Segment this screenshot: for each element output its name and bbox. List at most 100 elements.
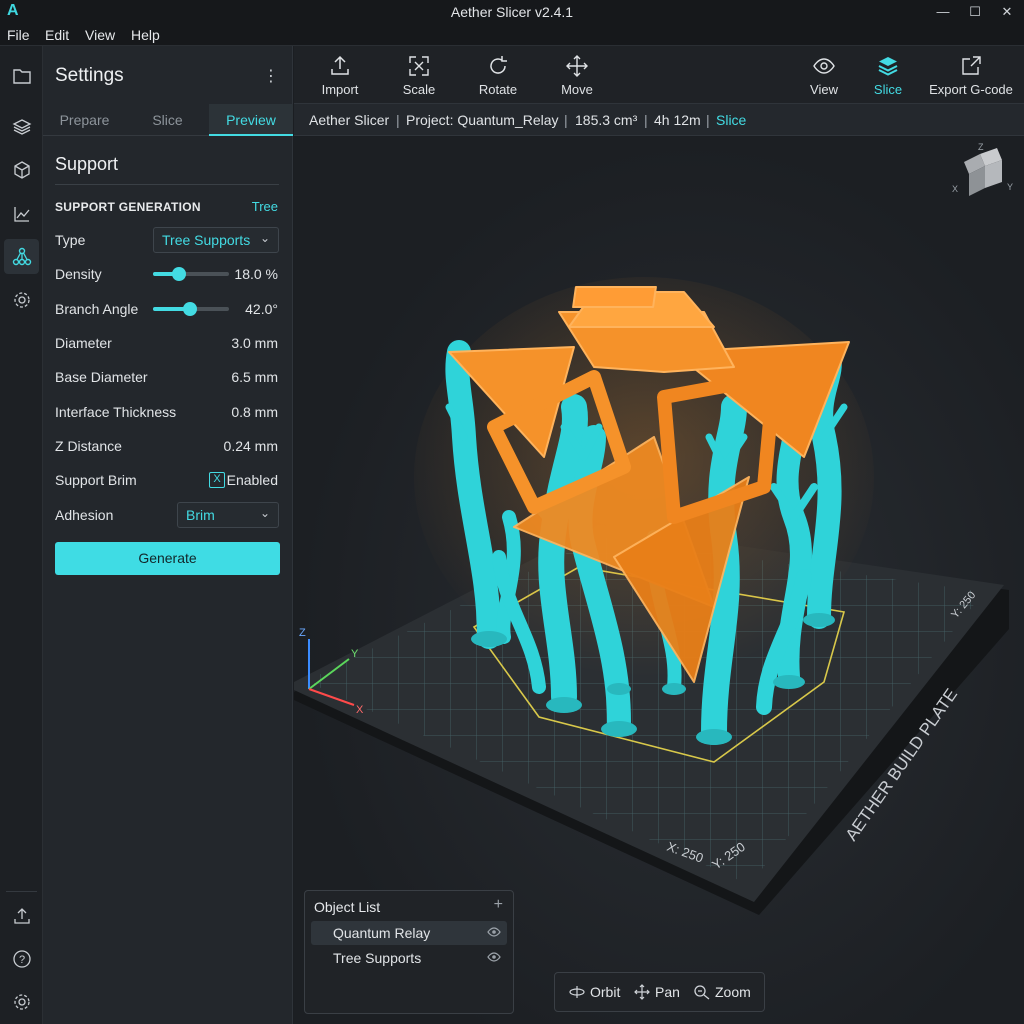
tab-preview[interactable]: Preview [209, 104, 293, 136]
move-label: Move [561, 82, 593, 97]
export-gcode-button[interactable]: Export G-code [924, 52, 1018, 97]
eye-icon [813, 58, 835, 74]
diameter-value[interactable]: 3.0 mm [231, 335, 278, 351]
density-label: Density [55, 266, 102, 282]
menu-bar: File Edit View Help [0, 24, 1024, 46]
status-bar: Aether Slicer | Project: Quantum_Relay |… [294, 104, 1024, 136]
density-value: 18.0 % [234, 266, 278, 282]
density-slider[interactable] [153, 267, 229, 281]
tab-prepare[interactable]: Prepare [43, 104, 126, 136]
settings-tabs: Prepare Slice Preview [43, 104, 293, 136]
move-button[interactable]: Move [542, 52, 612, 97]
svg-text:?: ? [18, 954, 24, 966]
tab-slice[interactable]: Slice [126, 104, 209, 136]
layers-icon[interactable] [4, 109, 39, 144]
scale-button[interactable]: Scale [384, 52, 454, 97]
window-title: Aether Slicer v2.4.1 [450, 4, 574, 20]
gear-icon[interactable] [4, 282, 39, 317]
branch-angle-slider-handle[interactable] [183, 302, 198, 316]
object-list-item[interactable]: Tree Supports [311, 946, 507, 970]
close-icon[interactable]: ✕ [998, 3, 1016, 21]
orbit-label: Orbit [590, 984, 621, 1000]
orbit-button[interactable]: Orbit [568, 984, 620, 1000]
status-volume: 185.3 cm³ [575, 112, 638, 128]
pan-icon [634, 984, 650, 1000]
slice-label: Slice [873, 82, 903, 97]
viewcube-z-label: Z [978, 142, 984, 152]
view-label: View [810, 82, 838, 97]
support-generation-value[interactable]: Tree [252, 199, 278, 214]
maximize-icon[interactable]: ☐ [966, 3, 984, 21]
branch-angle-label: Branch Angle [55, 301, 139, 317]
viewcube-x-label: X [952, 184, 958, 194]
status-project: Project: Quantum_Relay [406, 112, 559, 128]
eye-icon[interactable] [487, 926, 501, 938]
view-button[interactable]: View [789, 52, 859, 97]
section-title: Support [55, 154, 119, 174]
chart-icon[interactable] [4, 196, 39, 231]
cube-icon[interactable] [4, 152, 39, 187]
main-toolbar: Import Scale Rotate Move View Slice Expo… [294, 46, 1024, 104]
type-select-value: Tree Supports [162, 232, 251, 248]
support-tree-icon[interactable] [4, 239, 39, 274]
minimize-icon[interactable]: — [934, 3, 952, 21]
upload-icon[interactable] [4, 898, 39, 933]
support-brim-checkbox[interactable]: X [209, 472, 225, 488]
eye-icon[interactable] [487, 951, 501, 963]
slice-button[interactable]: Slice [853, 52, 923, 97]
interface-thickness-value[interactable]: 0.8 mm [231, 404, 278, 420]
plus-icon[interactable]: + [494, 896, 503, 914]
folder-icon[interactable] [4, 58, 39, 93]
status-separator: | [644, 112, 648, 128]
type-label: Type [55, 232, 86, 248]
export-icon [962, 56, 981, 75]
rotate-button[interactable]: Rotate [463, 52, 533, 97]
generate-button[interactable]: Generate [55, 542, 280, 575]
left-rail: ? [0, 46, 43, 1024]
help-icon[interactable]: ? [4, 941, 39, 976]
object-list-item[interactable]: Quantum Relay [311, 921, 507, 945]
menu-edit[interactable]: Edit [45, 27, 69, 43]
scale-label: Scale [402, 82, 436, 97]
layers-icon [878, 57, 898, 76]
scale-icon [409, 56, 429, 76]
panel-title: Settings [55, 65, 124, 86]
density-slider-handle[interactable] [171, 267, 186, 281]
diameter-label: Diameter [55, 335, 112, 351]
status-separator: | [706, 112, 710, 128]
chevron-down-icon: ⌄ [259, 506, 270, 520]
kebab-menu-icon[interactable]: ⋮ [263, 66, 279, 86]
settings-icon[interactable] [4, 984, 39, 1019]
chevron-down-icon: ⌄ [259, 231, 270, 245]
menu-view[interactable]: View [85, 27, 115, 43]
import-label: Import [321, 82, 359, 97]
viewcube-y-label: Y [1007, 182, 1013, 192]
adhesion-label: Adhesion [55, 507, 114, 523]
rotate-label: Rotate [478, 82, 518, 97]
export-gcode-label: Export G-code [929, 82, 1013, 97]
base-diameter-value[interactable]: 6.5 mm [231, 369, 278, 385]
menu-file[interactable]: File [7, 27, 30, 43]
axis-y-label: Y [351, 648, 359, 660]
branch-angle-slider[interactable] [153, 302, 229, 316]
pan-button[interactable]: Pan [633, 984, 680, 1000]
menu-help[interactable]: Help [131, 27, 160, 43]
adhesion-select[interactable]: Brim ⌄ [177, 502, 279, 528]
branch-angle-value: 42.0° [245, 301, 278, 317]
z-distance-value[interactable]: 0.24 mm [224, 438, 278, 454]
move-icon [566, 55, 588, 77]
type-select[interactable]: Tree Supports ⌄ [153, 227, 279, 253]
status-mode: Slice [716, 112, 747, 128]
object-list-panel: Object List + Quantum Relay Tree Support… [304, 890, 514, 1014]
z-distance-label: Z Distance [55, 438, 122, 454]
section-divider [55, 184, 279, 185]
view-cube[interactable]: Z X Y [950, 140, 1020, 200]
import-button[interactable]: Import [305, 52, 375, 97]
camera-nav-controls: Orbit Pan Zoom [554, 972, 765, 1012]
interface-thickness-label: Interface Thickness [55, 404, 177, 420]
base-diameter-label: Base Diameter [55, 369, 148, 385]
import-icon [331, 55, 349, 75]
zoom-label: Zoom [715, 984, 751, 1000]
zoom-button[interactable]: Zoom [693, 984, 751, 1000]
object-name: Quantum Relay [333, 925, 431, 941]
